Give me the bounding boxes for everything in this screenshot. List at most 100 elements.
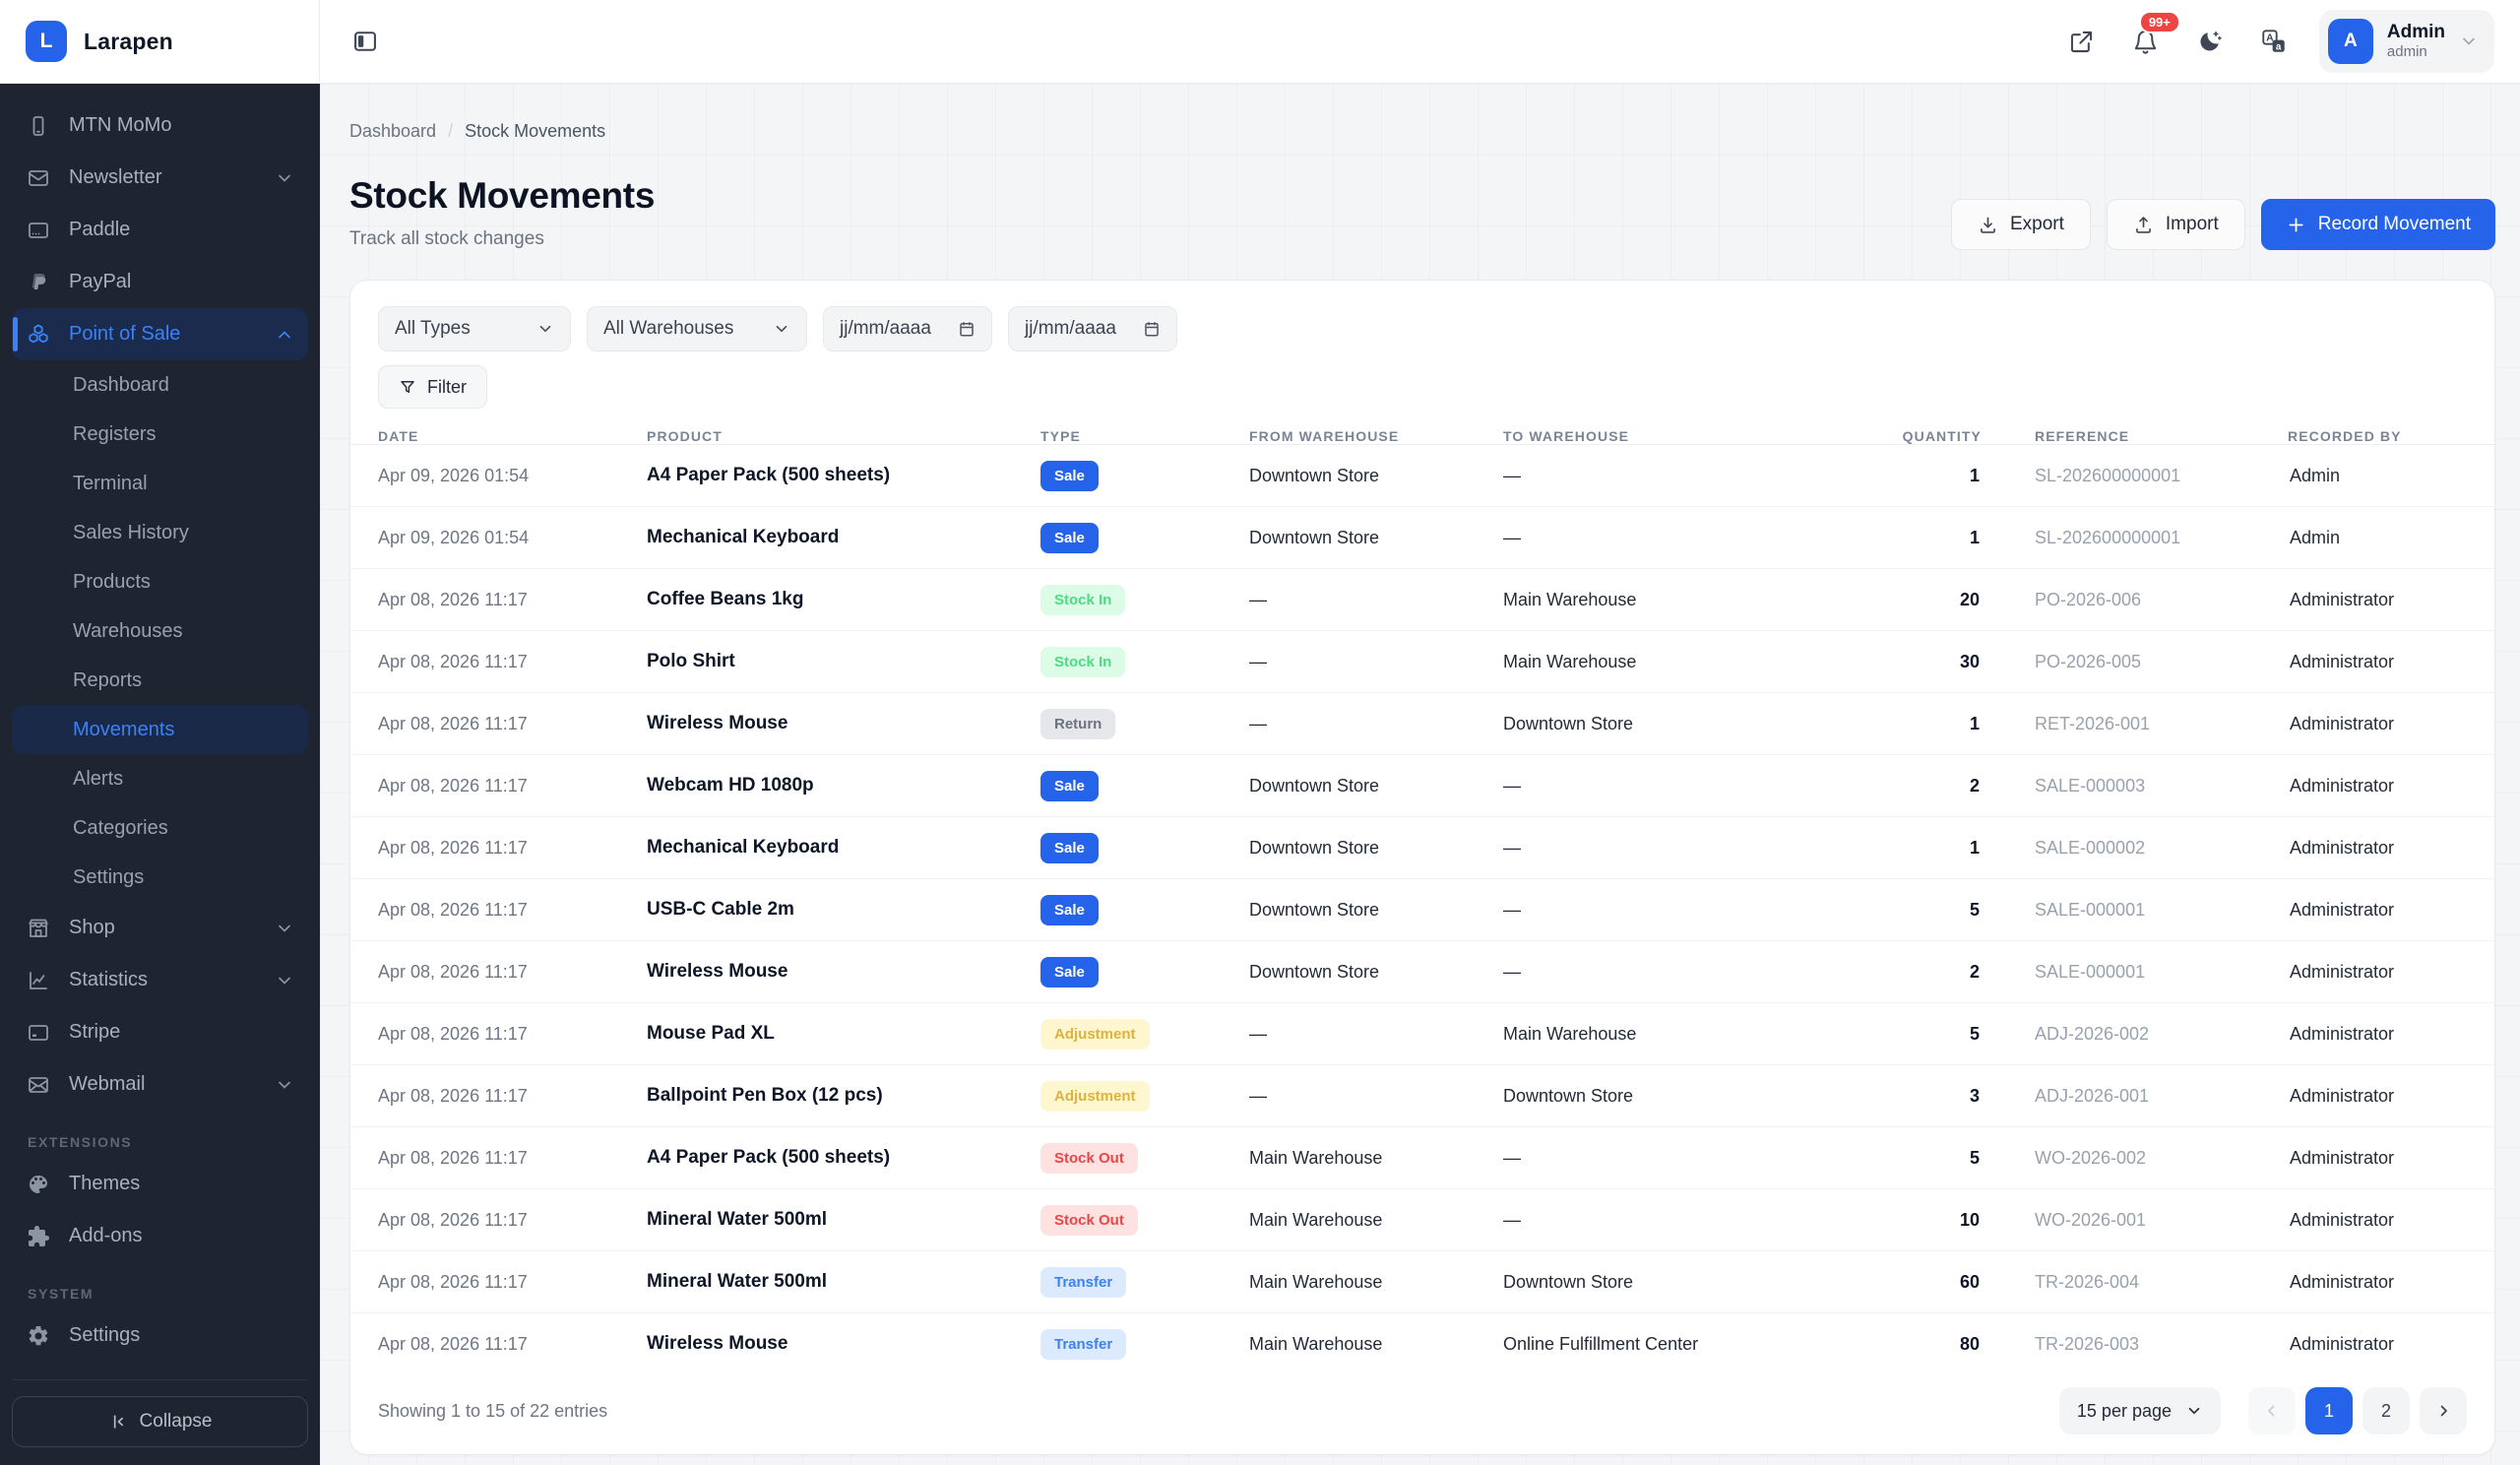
breadcrumb: Dashboard / Stock Movements [349, 121, 2495, 142]
previous-page-button[interactable] [2248, 1387, 2296, 1434]
sidebar-item-newsletter[interactable]: Newsletter [12, 152, 308, 204]
sidebar-item-paypal[interactable]: PayPal [12, 256, 308, 308]
cell-product: Ballpoint Pen Box (12 pcs) [647, 1085, 1040, 1107]
gear-icon [26, 1323, 51, 1349]
record-movement-button[interactable]: Record Movement [2261, 199, 2495, 250]
table-row[interactable]: Apr 08, 2026 11:17 Webcam HD 1080p Sale … [350, 755, 2494, 817]
sidebar-subitem-registers[interactable]: Registers [12, 410, 308, 459]
language-translate-icon[interactable]: Aa [2254, 22, 2294, 61]
next-page-button[interactable] [2420, 1387, 2467, 1434]
table-row[interactable]: Apr 08, 2026 11:17 Ballpoint Pen Box (12… [350, 1065, 2494, 1127]
table-row[interactable]: Apr 08, 2026 11:17 Mineral Water 500ml T… [350, 1251, 2494, 1313]
type-badge: Sale [1040, 771, 1099, 801]
cell-from-warehouse: — [1249, 1086, 1503, 1107]
sidebar-item-themes[interactable]: Themes [12, 1158, 308, 1210]
chevron-down-icon [536, 320, 554, 338]
table-row[interactable]: Apr 08, 2026 11:17 Polo Shirt Stock In —… [350, 631, 2494, 693]
brand: L Larapen [0, 0, 320, 84]
cell-recorded-by: Administrator [2288, 590, 2469, 610]
sidebar-subitem-settings[interactable]: Settings [12, 853, 308, 902]
page-button-2[interactable]: 2 [2362, 1387, 2410, 1434]
column-header-product[interactable]: PRODUCT [647, 428, 1040, 444]
external-link-icon[interactable] [2062, 23, 2101, 61]
column-header-type[interactable]: TYPE [1040, 428, 1249, 444]
column-header-reference[interactable]: REFERENCE [1982, 428, 2288, 444]
table-row[interactable]: Apr 08, 2026 11:17 Mechanical Keyboard S… [350, 817, 2494, 879]
table-row[interactable]: Apr 08, 2026 11:17 Wireless Mouse Return… [350, 693, 2494, 755]
page-button-1[interactable]: 1 [2305, 1387, 2353, 1434]
date-to-input[interactable]: jj/mm/aaaa [1008, 306, 1177, 351]
sidebar-subitem-reports[interactable]: Reports [12, 656, 308, 705]
table-row[interactable]: Apr 08, 2026 11:17 Coffee Beans 1kg Stoc… [350, 569, 2494, 631]
sidebar-subitem-terminal[interactable]: Terminal [12, 459, 308, 508]
type-badge: Sale [1040, 895, 1099, 925]
breadcrumb-current: Stock Movements [465, 121, 605, 142]
breadcrumb-dashboard[interactable]: Dashboard [349, 121, 436, 142]
sidebar-item-add-ons[interactable]: Add-ons [12, 1210, 308, 1262]
table-row[interactable]: Apr 08, 2026 11:17 Wireless Mouse Sale D… [350, 941, 2494, 1003]
top-bar: 99+ Aa A Admin admin [320, 0, 2520, 84]
cell-reference: SL-202600000001 [1982, 528, 2288, 548]
cell-date: Apr 08, 2026 11:17 [378, 590, 647, 610]
sidebar-toggle-button[interactable] [346, 22, 385, 61]
cell-from-warehouse: Main Warehouse [1249, 1210, 1503, 1231]
sidebar-item-shop[interactable]: Shop [12, 902, 308, 954]
column-header-quantity[interactable]: QUANTITY [1883, 428, 1982, 444]
table-row[interactable]: Apr 08, 2026 11:17 Mineral Water 500ml S… [350, 1189, 2494, 1251]
column-header-from-warehouse[interactable]: FROM WAREHOUSE [1249, 428, 1503, 444]
dark-mode-moon-icon[interactable] [2190, 23, 2229, 61]
table-row[interactable]: Apr 08, 2026 11:17 Mouse Pad XL Adjustme… [350, 1003, 2494, 1065]
cell-date: Apr 08, 2026 11:17 [378, 652, 647, 672]
envelope-icon [26, 1072, 51, 1098]
user-menu[interactable]: A Admin admin [2319, 10, 2494, 73]
sidebar-item-statistics[interactable]: Statistics [12, 954, 308, 1006]
sidebar-item-paddle[interactable]: Paddle [12, 204, 308, 256]
date-from-input[interactable]: jj/mm/aaaa [823, 306, 992, 351]
sidebar-subitem-dashboard[interactable]: Dashboard [12, 360, 308, 410]
cell-to-warehouse: — [1503, 1148, 1883, 1169]
type-filter-select[interactable]: All Types [378, 306, 571, 351]
cell-date: Apr 09, 2026 01:54 [378, 528, 647, 548]
sidebar-item-mtn-momo[interactable]: MTN MoMo [12, 99, 308, 152]
column-header-date[interactable]: DATE [378, 428, 647, 444]
brand-logo[interactable]: L [26, 21, 67, 62]
user-role: admin [2387, 43, 2445, 60]
table-row[interactable]: Apr 08, 2026 11:17 USB-C Cable 2m Sale D… [350, 879, 2494, 941]
cell-date: Apr 08, 2026 11:17 [378, 838, 647, 859]
funnel-icon [399, 378, 416, 396]
sidebar-subitem-sales-history[interactable]: Sales History [12, 508, 308, 557]
sidebar-item-webmail[interactable]: Webmail [12, 1058, 308, 1111]
column-header-recorded-by[interactable]: RECORDED BY [2288, 428, 2469, 444]
sidebar-subitem-alerts[interactable]: Alerts [12, 754, 308, 803]
pagination: 15 per page 12 [2059, 1387, 2467, 1434]
cell-to-warehouse: Downtown Store [1503, 1272, 1883, 1293]
per-page-select[interactable]: 15 per page [2059, 1387, 2221, 1434]
column-header-to-warehouse[interactable]: TO WAREHOUSE [1503, 428, 1883, 444]
table-row[interactable]: Apr 08, 2026 11:17 Wireless Mouse Transf… [350, 1313, 2494, 1373]
export-button[interactable]: Export [1951, 199, 2091, 250]
sidebar-subitem-warehouses[interactable]: Warehouses [12, 606, 308, 656]
sidebar-subitem-movements[interactable]: Movements [12, 705, 308, 754]
cell-product: Mouse Pad XL [647, 1023, 1040, 1045]
collapse-sidebar-button[interactable]: Collapse [12, 1396, 308, 1447]
cell-to-warehouse: Downtown Store [1503, 1086, 1883, 1107]
sidebar-item-settings[interactable]: Settings [12, 1309, 308, 1362]
cell-quantity: 30 [1883, 652, 1982, 672]
notifications-bell-icon[interactable]: 99+ [2126, 23, 2165, 61]
billing-card-icon [26, 218, 51, 243]
sidebar-subitem-products[interactable]: Products [12, 557, 308, 606]
sidebar-item-stripe[interactable]: Stripe [12, 1006, 308, 1058]
filter-button[interactable]: Filter [378, 365, 487, 409]
table-row[interactable]: Apr 08, 2026 11:17 A4 Paper Pack (500 sh… [350, 1127, 2494, 1189]
sidebar-item-point-of-sale[interactable]: Point of Sale [12, 308, 308, 360]
table-row[interactable]: Apr 09, 2026 01:54 A4 Paper Pack (500 sh… [350, 445, 2494, 507]
cell-quantity: 1 [1883, 528, 1982, 548]
import-button[interactable]: Import [2107, 199, 2245, 250]
table-footer: Showing 1 to 15 of 22 entries 15 per pag… [350, 1373, 2494, 1454]
cell-reference: TR-2026-003 [1982, 1334, 2288, 1355]
chevron-up-icon [275, 325, 294, 345]
sidebar-subitem-categories[interactable]: Categories [12, 803, 308, 853]
warehouse-filter-select[interactable]: All Warehouses [587, 306, 807, 351]
cell-quantity: 2 [1883, 962, 1982, 983]
table-row[interactable]: Apr 09, 2026 01:54 Mechanical Keyboard S… [350, 507, 2494, 569]
